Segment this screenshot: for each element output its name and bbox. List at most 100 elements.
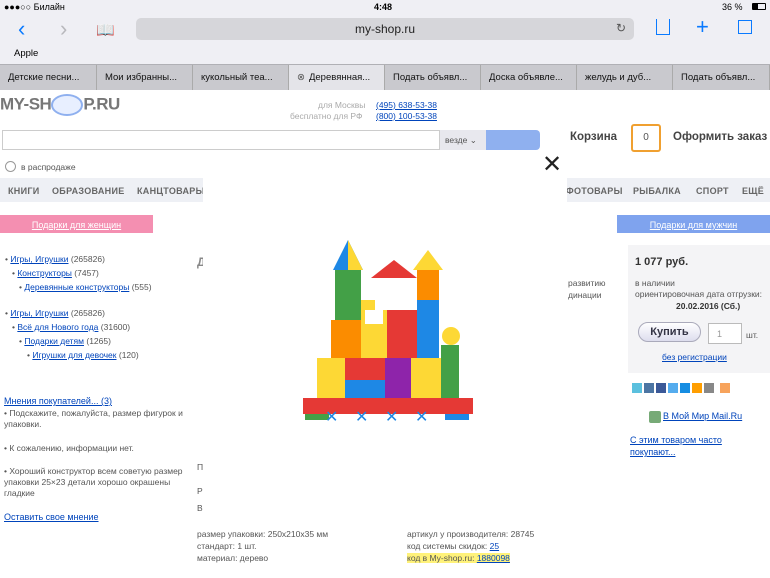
carrier-text: ●●●○○ Билайн: [4, 2, 65, 12]
review-answer: • К сожалению, информации нет.: [4, 443, 134, 453]
category-item: • Игрушки для девочек (120): [27, 350, 139, 360]
review-question: • Подскажите, пожалуйста, размер фигурок…: [4, 408, 183, 429]
buy-button-label: Купить: [650, 326, 689, 338]
checkout-link[interactable]: Оформить заказ: [673, 131, 767, 143]
category-link[interactable]: Игрушки для девочек: [32, 350, 116, 360]
gifts-men-banner[interactable]: Подарки для мужчин: [617, 215, 770, 233]
odnoklassniki-icon[interactable]: [692, 383, 702, 393]
category-link[interactable]: Игры, Игрушки: [10, 308, 68, 318]
status-bar: ●●●○○ Билайн 4:48 36 %: [0, 0, 770, 14]
category-count: (265826): [70, 254, 105, 264]
reviews-link[interactable]: Мнения покупателей... (3): [4, 396, 112, 406]
often-bought-link[interactable]: С этим товаром часто покупают...: [630, 434, 760, 458]
tab-4[interactable]: Подать объявл...: [385, 65, 481, 90]
browser-toolbar: ‹ › 📖 my-shop.ru ↻ + Apple: [0, 14, 770, 64]
category-link[interactable]: Подарки детям: [24, 336, 84, 346]
tab-5[interactable]: Доска объявле...: [481, 65, 577, 90]
bookmark-apple[interactable]: Apple: [14, 48, 38, 59]
ship-date: 20.02.2016 (Сб.): [676, 301, 741, 311]
category-link[interactable]: Деревянные конструкторы: [24, 282, 129, 292]
tab-label: Доска объявле...: [489, 72, 563, 83]
tab-label: Подать объявл...: [681, 72, 756, 83]
category-link[interactable]: Игры, Игрушки: [10, 254, 68, 264]
menu-books[interactable]: КНИГИ: [8, 186, 40, 196]
menu-fishing[interactable]: РЫБАЛКА: [633, 186, 681, 196]
menu-education[interactable]: ОБРАЗОВАНИЕ: [52, 186, 125, 196]
category-count: (265826): [70, 308, 105, 318]
moscow-phone[interactable]: (495) 638-53-38: [376, 100, 437, 110]
material: материал: дерево: [197, 553, 269, 563]
category-item: • Деревянные конструкторы (555): [19, 282, 152, 292]
cart-count: 0: [643, 132, 649, 143]
search-button[interactable]: [486, 130, 540, 150]
category-link[interactable]: Всё для Нового года: [17, 322, 98, 332]
menu-stationery[interactable]: КАНЦТОВАРЫ: [137, 186, 205, 196]
product-price: 1 077 руб.: [635, 256, 689, 268]
tab-label: желудь и дуб...: [585, 72, 652, 83]
search-scope-select[interactable]: везде ⌄: [440, 130, 486, 150]
facebook-icon[interactable]: [656, 383, 666, 393]
back-icon[interactable]: ‹: [18, 16, 25, 42]
rf-label: бесплатно для РФ: [290, 111, 363, 121]
tab-1[interactable]: Мои избранны...: [97, 65, 193, 90]
menu-more[interactable]: ЕЩЁ: [742, 186, 764, 196]
mailru-link[interactable]: В Мой Мир Mail.Ru: [663, 411, 742, 421]
tab-0[interactable]: Детские песни...: [0, 65, 97, 90]
discount-code-link[interactable]: 25: [490, 541, 499, 551]
tab-label: кукольный теа...: [201, 72, 273, 83]
category-item: • Игры, Игрушки (265826): [5, 254, 105, 264]
bookmarks-icon[interactable]: 📖: [96, 21, 115, 39]
logo-cart-icon: [51, 94, 84, 116]
reload-icon[interactable]: ↻: [616, 21, 626, 35]
address-bar[interactable]: my-shop.ru ↻: [136, 18, 634, 40]
close-tab-icon[interactable]: ⊗: [297, 72, 305, 83]
close-icon[interactable]: ✕: [542, 150, 562, 179]
social-share: [632, 380, 730, 393]
new-tab-icon[interactable]: +: [696, 14, 709, 40]
mail-icon[interactable]: [680, 383, 690, 393]
gifts-women-link[interactable]: Подарки для женщин: [32, 220, 121, 230]
rf-phone[interactable]: (800) 100-53-38: [376, 111, 437, 121]
clock: 4:48: [374, 2, 393, 12]
quantity-input[interactable]: 1: [708, 323, 742, 344]
site-logo[interactable]: MY-SH P.RU: [0, 94, 120, 116]
livejournal-icon[interactable]: [632, 383, 642, 393]
tab-6[interactable]: желудь и дуб...: [577, 65, 673, 90]
cart-label[interactable]: Корзина: [570, 131, 617, 143]
tab-label: Подать объявл...: [393, 72, 468, 83]
gifts-women-banner[interactable]: Подарки для женщин: [0, 215, 153, 233]
tab-2[interactable]: кукольный теа...: [193, 65, 289, 90]
desc-fragment: динации: [568, 290, 602, 300]
no-registration-link[interactable]: без регистрации: [662, 352, 727, 362]
article: артикул у производителя: 28745: [407, 529, 535, 539]
chevron-down-icon: ⌄: [469, 135, 477, 145]
menu-sport[interactable]: СПОРТ: [696, 186, 729, 196]
shop-code-link[interactable]: 1880098: [477, 553, 510, 563]
twitter-icon[interactable]: [668, 383, 678, 393]
vk-icon[interactable]: [644, 383, 654, 393]
menu-goods[interactable]: ФОТОВАРЫ: [566, 186, 623, 196]
discount-code: код системы скидок: 25: [407, 541, 499, 551]
forward-icon[interactable]: ›: [60, 16, 67, 42]
cart-bag-icon[interactable]: 0: [631, 124, 661, 152]
gifts-men-link[interactable]: Подарки для мужчин: [650, 220, 737, 230]
desc-fragment: развитию: [568, 278, 606, 288]
share-icon[interactable]: [656, 19, 670, 35]
image-lightbox: ✕ ✕ ✕ ✕ ✕: [203, 150, 567, 530]
availability: в наличии: [635, 278, 675, 288]
add-review-link[interactable]: Оставить свое мнение: [4, 512, 99, 522]
more-share-icon[interactable]: [704, 383, 714, 393]
tab-7[interactable]: Подать объявл...: [673, 65, 770, 90]
tab-label: Деревянная...: [308, 72, 371, 83]
add-share-icon[interactable]: [720, 383, 730, 393]
category-item: • Всё для Нового года (31600): [12, 322, 131, 332]
logo-text-left: MY-SH: [0, 94, 52, 114]
category-item: • Игры, Игрушки (265826): [5, 308, 105, 318]
tabs-icon[interactable]: [738, 20, 752, 34]
tab-3-active[interactable]: ⊗ Деревянная...: [289, 65, 385, 90]
sale-checkbox[interactable]: [5, 161, 16, 172]
buy-button[interactable]: Купить: [638, 322, 701, 342]
category-link[interactable]: Конструкторы: [17, 268, 72, 278]
package-size: размер упаковки: 250x210x35 мм: [197, 529, 329, 539]
search-input[interactable]: [2, 130, 440, 150]
